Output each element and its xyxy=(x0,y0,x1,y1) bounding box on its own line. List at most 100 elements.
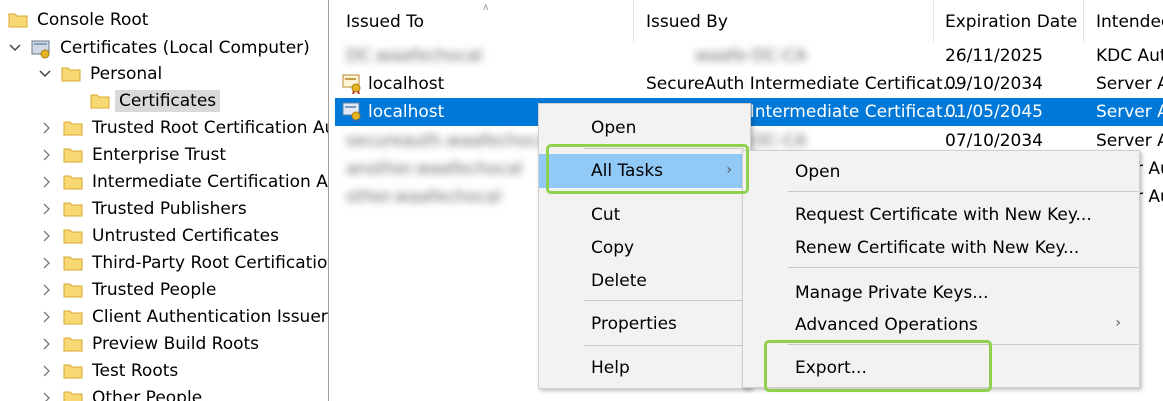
column-separator[interactable] xyxy=(1083,0,1084,42)
tree-item-label: Untrusted Certificates xyxy=(92,225,279,246)
tree-item-certificates[interactable]: Certificates xyxy=(90,87,221,114)
menu-separator xyxy=(788,267,1138,268)
tree-item-store[interactable]: Client Authentication Issuers xyxy=(40,303,328,330)
tree-item-store[interactable]: Untrusted Certificates xyxy=(40,222,279,249)
tree-item-store[interactable]: Test Roots xyxy=(40,357,178,384)
tree-item-store[interactable]: Trusted Root Certification Aut xyxy=(40,114,329,141)
tree-item-store[interactable]: Preview Build Roots xyxy=(40,330,259,357)
menu-item-all-tasks[interactable]: All Tasks › xyxy=(539,154,750,188)
tree-item-label: Other People xyxy=(92,387,203,401)
submenu-item-manage-private-keys[interactable]: Manage Private Keys... xyxy=(743,277,1139,309)
chevron-right-icon[interactable] xyxy=(40,229,54,243)
tree-item-store[interactable]: Third-Party Root Certification xyxy=(40,249,329,276)
column-issued-by[interactable]: Issued By xyxy=(646,12,728,32)
submenu-item-request-certificate[interactable]: Request Certificate with New Key... xyxy=(743,199,1139,231)
submenu-item-export[interactable]: Export... xyxy=(743,352,1139,384)
table-row[interactable]: localhost SecureAuth Intermediate Certif… xyxy=(335,70,1163,98)
menu-separator xyxy=(584,192,744,193)
chevron-down-icon[interactable] xyxy=(8,41,22,55)
tree-item-local-computer[interactable]: Certificates (Local Computer) xyxy=(8,34,310,61)
cell-issued-to: other.waafechocal xyxy=(346,187,502,207)
certificate-store-icon xyxy=(31,39,51,59)
menu-item-label: Copy xyxy=(591,238,635,258)
submenu-item-open[interactable]: Open xyxy=(743,156,1139,188)
chevron-right-icon[interactable] xyxy=(40,310,54,324)
folder-icon xyxy=(63,173,83,190)
menu-item-label: All Tasks xyxy=(591,161,664,181)
tree-item-store[interactable]: Trusted People xyxy=(40,276,216,303)
tree-item-label: Trusted Root Certification Aut xyxy=(92,117,329,138)
column-separator[interactable] xyxy=(933,0,934,42)
menu-separator xyxy=(788,191,1138,192)
folder-icon xyxy=(63,200,83,217)
folder-icon xyxy=(8,11,28,28)
cell-purpose: Server Au xyxy=(1096,74,1163,94)
folder-icon xyxy=(63,146,83,163)
menu-item-label: Export... xyxy=(795,358,867,378)
column-expiration-date[interactable]: Expiration Date xyxy=(945,12,1077,32)
menu-item-delete[interactable]: Delete xyxy=(539,264,750,298)
menu-item-properties[interactable]: Properties xyxy=(539,307,750,341)
folder-icon xyxy=(63,389,83,401)
chevron-right-icon[interactable] xyxy=(40,283,54,297)
column-intended-purposes[interactable]: Intendec xyxy=(1096,12,1163,32)
certificate-icon xyxy=(342,74,364,95)
tree-item-personal[interactable]: Personal xyxy=(38,60,162,87)
chevron-right-icon[interactable] xyxy=(40,337,54,351)
chevron-right-icon[interactable] xyxy=(40,391,54,401)
cell-issued-by: waafe-DC-CA xyxy=(695,46,807,66)
chevron-right-icon[interactable] xyxy=(40,121,54,135)
cell-issued-to: another.waafechocal xyxy=(346,159,523,179)
chevron-down-icon[interactable] xyxy=(38,67,52,81)
tree-item-label: Trusted People xyxy=(92,279,217,300)
submenu-item-advanced-operations[interactable]: Advanced Operations › xyxy=(743,309,1139,341)
submenu-item-renew-certificate[interactable]: Renew Certificate with New Key... xyxy=(743,232,1139,264)
menu-item-label: Request Certificate with New Key... xyxy=(795,205,1092,225)
chevron-right-icon[interactable] xyxy=(40,148,54,162)
folder-icon xyxy=(61,65,81,82)
chevron-right-icon[interactable] xyxy=(40,364,54,378)
tree-item-console-root[interactable]: Console Root xyxy=(8,6,148,33)
menu-item-help[interactable]: Help xyxy=(539,351,750,385)
tree-item-store[interactable]: Enterprise Trust xyxy=(40,141,226,168)
column-issued-to[interactable]: Issued To xyxy=(346,12,424,32)
all-tasks-submenu: Open Request Certificate with New Key...… xyxy=(742,150,1140,388)
menu-item-cut[interactable]: Cut xyxy=(539,198,750,232)
chevron-right-icon[interactable] xyxy=(40,202,54,216)
folder-icon xyxy=(63,254,83,271)
console-tree: Console Root Certificates (Local Compute… xyxy=(0,0,329,401)
cell-issued-to: localhost xyxy=(368,74,445,94)
certificate-key-icon xyxy=(342,102,364,123)
menu-item-label: Manage Private Keys... xyxy=(795,283,989,303)
menu-item-label: Cut xyxy=(591,205,621,225)
cell-purpose: Server Au xyxy=(1096,102,1163,122)
tree-item-label: Intermediate Certification Aut xyxy=(92,171,329,192)
chevron-right-icon: › xyxy=(1115,315,1121,331)
tree-item-label: Third-Party Root Certification xyxy=(92,252,329,273)
list-header: ∧ Issued To Issued By Expiration Date In… xyxy=(335,0,1163,42)
tree-item-label: Certificates xyxy=(115,89,221,112)
tree-item-label: Certificates (Local Computer) xyxy=(60,37,310,58)
menu-item-label: Open xyxy=(795,162,841,182)
cell-issued-to: DC.waafechocal xyxy=(346,46,483,66)
menu-item-label: Delete xyxy=(591,271,647,291)
cell-expiration: 09/10/2034 xyxy=(945,74,1043,94)
folder-icon xyxy=(63,335,83,352)
chevron-right-icon[interactable] xyxy=(40,175,54,189)
menu-item-copy[interactable]: Copy xyxy=(539,231,750,265)
tree-item-store[interactable]: Other People xyxy=(40,384,202,401)
cell-purpose: KDC Auth xyxy=(1096,46,1163,66)
folder-icon xyxy=(63,119,83,136)
column-separator[interactable] xyxy=(633,0,634,42)
tree-item-label: Console Root xyxy=(37,9,149,30)
menu-item-label: Renew Certificate with New Key... xyxy=(795,238,1080,258)
menu-item-open[interactable]: Open xyxy=(539,111,750,145)
table-row[interactable]: DC.waafechocal waafe-DC-CA 26/11/2025 KD… xyxy=(335,42,1163,70)
chevron-right-icon[interactable] xyxy=(40,256,54,270)
cell-issued-by: SecureAuth Intermediate Certificat... xyxy=(646,74,959,94)
tree-item-store[interactable]: Trusted Publishers xyxy=(40,195,247,222)
menu-item-label: Open xyxy=(591,118,637,138)
folder-icon xyxy=(63,227,83,244)
menu-item-label: Properties xyxy=(591,314,677,334)
tree-item-store[interactable]: Intermediate Certification Aut xyxy=(40,168,329,195)
